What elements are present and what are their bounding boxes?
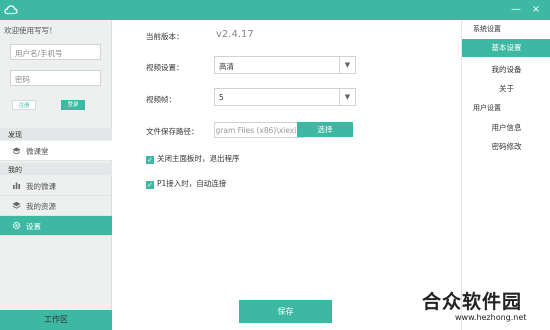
sidebar-item-label: 设置 bbox=[26, 222, 41, 231]
username-input[interactable]: 用户名/手机号 bbox=[10, 44, 101, 60]
checkmark-icon: ✓ bbox=[146, 156, 154, 164]
frame-select[interactable]: 5 ▼ bbox=[214, 88, 356, 106]
tab-user-info[interactable]: 用户信息 bbox=[462, 119, 550, 137]
watermark: 合众软件园 www.hezhong.net bbox=[420, 287, 550, 330]
sidebar-item-class[interactable]: 微课堂 bbox=[0, 141, 112, 161]
choose-path-button[interactable]: 选择 bbox=[297, 122, 353, 137]
welcome-text: 欢迎使用写写！ bbox=[4, 26, 57, 35]
section-discover: 发现 bbox=[0, 128, 112, 140]
save-path-input[interactable]: C:\Program Files (x86)\xiexie bbox=[214, 122, 304, 138]
password-input[interactable]: 密码 bbox=[10, 70, 101, 86]
close-button[interactable]: × bbox=[530, 4, 542, 16]
frame-label: 视频帧： bbox=[146, 95, 176, 104]
sidebar-item-settings[interactable]: 设置 bbox=[0, 216, 112, 236]
tab-my-device[interactable]: 我的设备 bbox=[462, 61, 550, 79]
checkmark-icon: ✓ bbox=[146, 181, 154, 189]
gear-icon bbox=[12, 221, 21, 230]
tab-about[interactable]: 关于 bbox=[462, 80, 550, 98]
cloud-logo-icon bbox=[4, 5, 18, 15]
version-value: v2.4.17 bbox=[216, 29, 254, 40]
right-settings-nav: 系统设置 基本设置 我的设备 关于 用户设置 用户信息 密码修改 bbox=[461, 20, 550, 330]
sidebar-item-label: 我的微课 bbox=[26, 182, 56, 191]
exit-on-close-checkbox[interactable]: ✓ 关闭主面板时，退出程序 bbox=[146, 153, 240, 164]
sidebar-item-label: 我的资源 bbox=[26, 202, 56, 211]
chevron-down-icon: ▼ bbox=[339, 57, 355, 73]
workspace-button[interactable]: 工作区 bbox=[0, 310, 112, 330]
version-label: 当前版本： bbox=[146, 32, 184, 41]
checkbox-label: 关闭主面板时，退出程序 bbox=[157, 154, 240, 163]
layers-icon bbox=[12, 201, 21, 209]
bar-chart-icon bbox=[13, 182, 20, 189]
chevron-down-icon: ▼ bbox=[339, 89, 355, 105]
save-button[interactable]: 保存 bbox=[239, 300, 332, 323]
login-button[interactable]: 登录 bbox=[61, 100, 85, 110]
left-sidebar: 欢迎使用写写！ 用户名/手机号 密码 注册 登录 发现 微课堂 我的 我的微课 … bbox=[0, 20, 112, 330]
sidebar-item-my-resources[interactable]: 我的资源 bbox=[0, 196, 112, 216]
section-user-settings: 用户设置 bbox=[473, 104, 501, 112]
tab-basic-settings[interactable]: 基本设置 bbox=[462, 39, 550, 57]
sidebar-item-my-lessons[interactable]: 我的微课 bbox=[0, 176, 112, 196]
path-label: 文件保存路径： bbox=[146, 127, 199, 136]
minimize-button[interactable]: — bbox=[510, 4, 522, 16]
checkbox-label: P1接入时，自动连接 bbox=[157, 179, 227, 188]
watermark-text: 合众软件园 bbox=[422, 291, 523, 313]
section-mine: 我的 bbox=[0, 163, 112, 175]
frame-value: 5 bbox=[219, 93, 224, 102]
section-system-settings: 系统设置 bbox=[473, 25, 501, 33]
register-button[interactable]: 注册 bbox=[12, 100, 36, 110]
watermark-url: www.hezhong.net bbox=[455, 313, 527, 322]
title-bar: — × bbox=[0, 0, 550, 20]
tab-change-password[interactable]: 密码修改 bbox=[462, 138, 550, 156]
graduation-cap-icon bbox=[12, 147, 21, 154]
auto-connect-checkbox[interactable]: ✓ P1接入时，自动连接 bbox=[146, 178, 226, 189]
video-quality-select[interactable]: 高清 ▼ bbox=[214, 56, 356, 74]
sidebar-item-label: 微课堂 bbox=[26, 147, 49, 156]
video-setting-label: 视频设置： bbox=[146, 63, 184, 72]
video-quality-value: 高清 bbox=[219, 62, 234, 71]
